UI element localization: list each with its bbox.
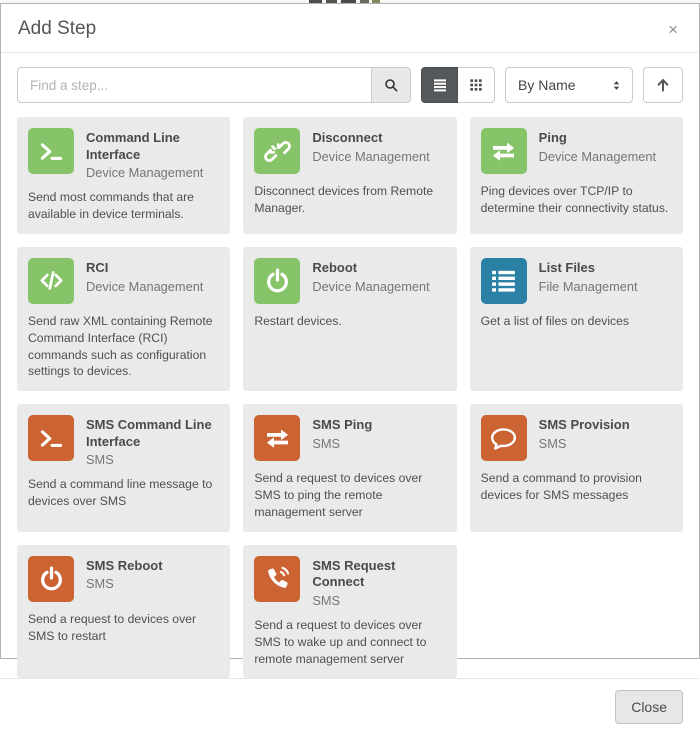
sort-select[interactable]: By Name (505, 67, 633, 103)
exchange-arrows-icon (254, 415, 301, 462)
power-icon (254, 257, 301, 304)
step-title: Reboot (312, 259, 358, 275)
list-icon (480, 257, 527, 304)
view-toggle-group (421, 67, 495, 103)
list-view-button[interactable] (421, 67, 458, 103)
list-view-icon (433, 79, 446, 92)
toolbar: By Name (1, 53, 699, 115)
step-category: Device Management (86, 278, 204, 294)
step-card[interactable]: SMS Provision SMS Send a command to prov… (469, 404, 683, 532)
step-card[interactable]: Disconnect Device Management Disconnect … (243, 117, 457, 234)
search-input[interactable] (17, 67, 371, 103)
sort-select-value: By Name (518, 77, 576, 93)
step-category: Device Management (86, 165, 204, 181)
terminal-icon (28, 128, 74, 174)
step-description: Send a request to devices over SMS to re… (28, 611, 197, 643)
step-description: Ping devices over TCP/IP to determine th… (480, 184, 669, 215)
step-title: SMS Provision (538, 417, 630, 433)
close-button[interactable]: Close (615, 690, 683, 725)
step-category: Device Management (312, 278, 430, 294)
step-title: Command Line Interface (86, 130, 180, 162)
step-grid: Command Line Interface Device Management… (1, 115, 699, 679)
step-category: SMS (312, 592, 341, 608)
step-title: Ping (538, 130, 567, 145)
phone-volume-icon (254, 555, 301, 602)
step-description: Send a request to devices over SMS to pi… (254, 471, 423, 519)
step-description: Restart devices. (254, 313, 342, 328)
step-description: Send a command to provision devices for … (480, 471, 642, 503)
add-step-dialog: Add Step × Find a step... By Name Comman… (0, 3, 700, 725)
step-title: Disconnect (312, 130, 383, 145)
step-category: SMS (86, 452, 114, 468)
step-category: SMS (86, 576, 114, 592)
close-icon[interactable]: × (664, 19, 682, 40)
sort-direction-button[interactable] (643, 67, 683, 103)
step-card[interactable]: Reboot Device Management Restart devices… (243, 246, 457, 392)
step-description: Send a request to devices over SMS to wa… (254, 617, 427, 666)
step-card[interactable]: SMS Ping SMS Send a request to devices o… (243, 404, 457, 532)
step-title: SMS Reboot (86, 557, 163, 573)
step-card[interactable]: List Files File Management Get a list of… (469, 246, 683, 392)
step-title: List Files (538, 259, 596, 275)
terminal-icon (28, 415, 74, 462)
comment-icon (480, 415, 527, 462)
search-group (17, 67, 411, 103)
dialog-header: Add Step × (1, 4, 699, 53)
exchange-arrows-icon (480, 128, 527, 174)
step-card[interactable]: Ping Device Management Ping devices over… (469, 117, 683, 234)
dialog-footer: Close (1, 678, 699, 735)
search-button[interactable] (371, 67, 411, 103)
power-icon (28, 555, 74, 602)
step-description: Send raw XML containing Remote Command I… (28, 313, 213, 379)
grid-view-button[interactable] (458, 67, 495, 103)
step-title: SMS Command Line Interface (86, 417, 212, 449)
step-description: Send most commands that are available in… (28, 190, 194, 222)
step-description: Send a command line message to devices o… (28, 477, 213, 509)
arrow-up-icon (657, 79, 669, 92)
step-category: SMS (312, 435, 341, 451)
step-title: SMS Request Connect (312, 557, 396, 590)
step-category: File Management (538, 278, 638, 294)
sort-arrows-icon (613, 80, 620, 90)
step-title: SMS Ping (312, 417, 373, 433)
step-card[interactable]: SMS Request Connect SMS Send a request t… (243, 544, 457, 679)
step-category: Device Management (538, 148, 657, 164)
step-card[interactable]: SMS Reboot SMS Send a request to devices… (17, 544, 231, 679)
dialog-title: Add Step (18, 18, 97, 39)
step-card[interactable]: Command Line Interface Device Management… (17, 117, 231, 234)
search-icon (385, 79, 398, 92)
grid-view-icon (470, 79, 482, 91)
step-category: SMS (538, 435, 567, 451)
code-icon (28, 257, 74, 304)
step-card[interactable]: RCI Device Management Send raw XML conta… (17, 246, 231, 392)
step-category: Device Management (312, 148, 430, 164)
step-description: Get a list of files on devices (480, 313, 630, 328)
step-title: RCI (86, 259, 109, 275)
broken-link-icon (254, 128, 301, 174)
step-description: Disconnect devices from Remote Manager. (254, 184, 434, 215)
step-card[interactable]: SMS Command Line Interface SMS Send a co… (17, 404, 231, 532)
